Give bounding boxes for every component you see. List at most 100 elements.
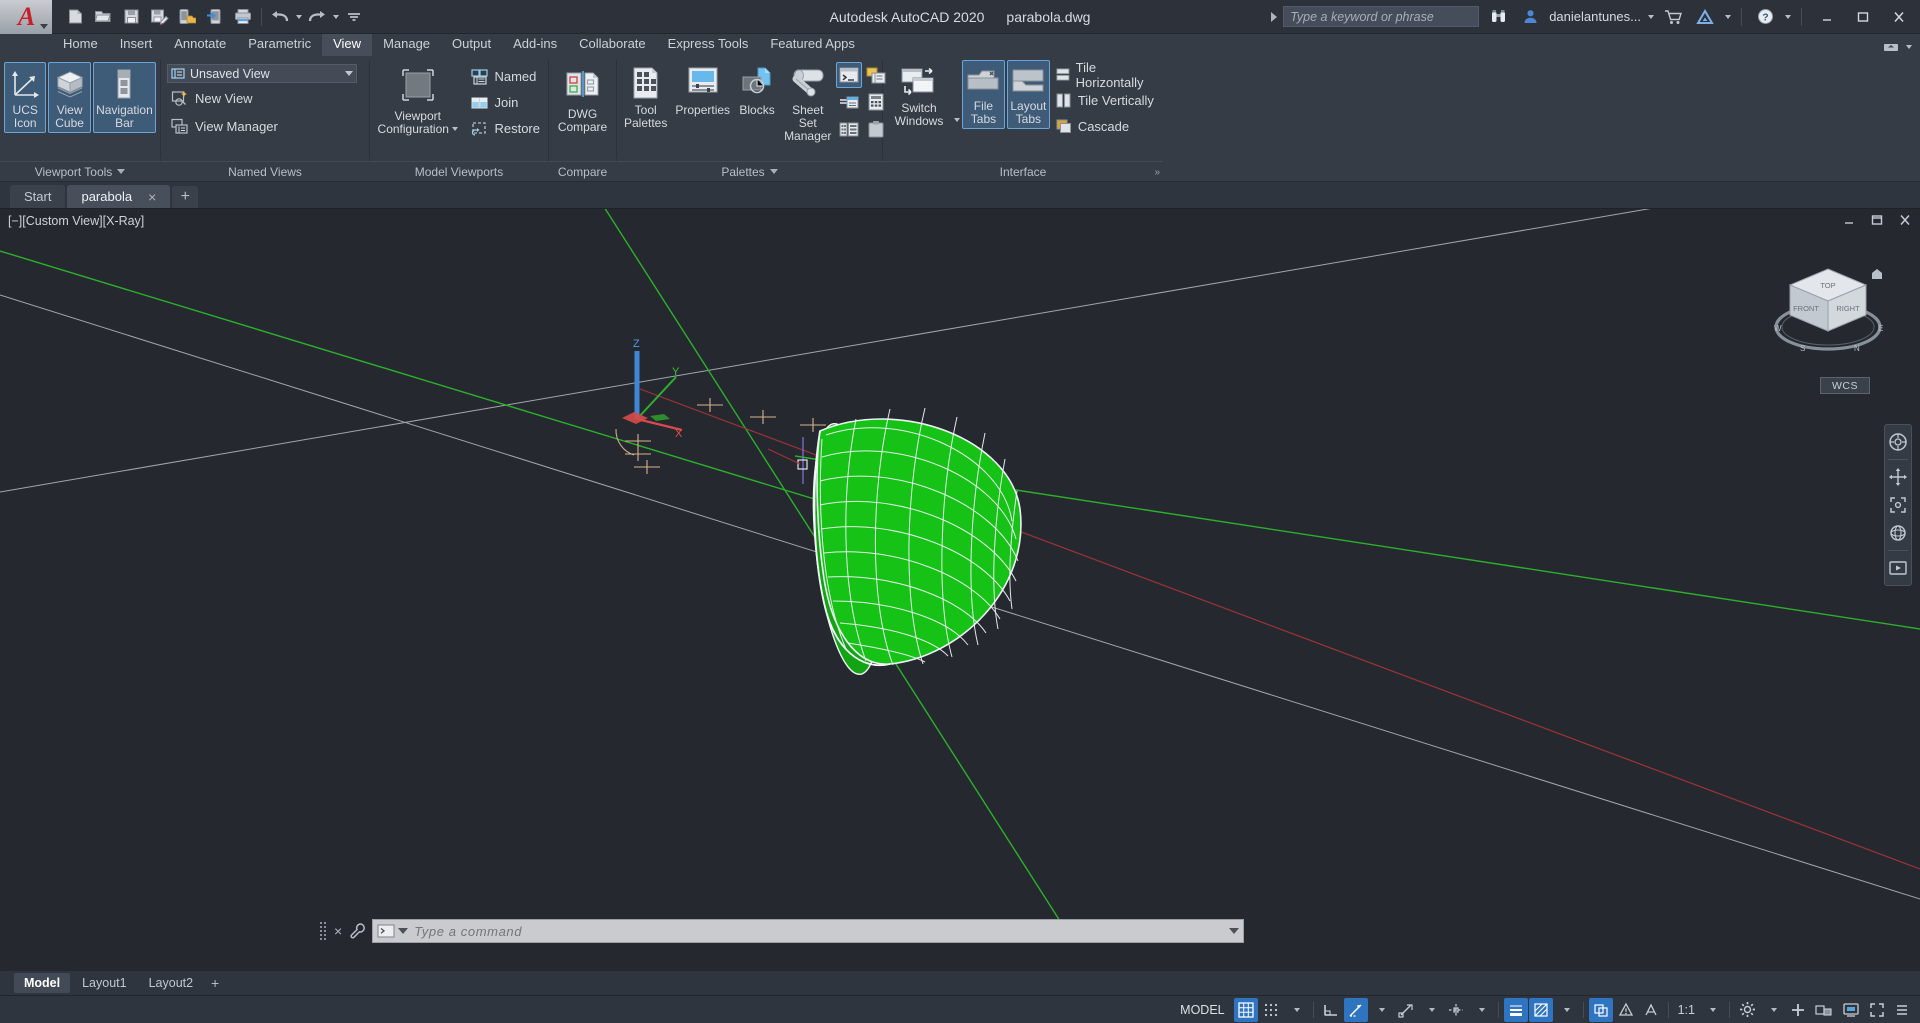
object-snap-chevron-down-icon[interactable] (1419, 998, 1443, 1022)
dwg-compare-button[interactable]: DWG Compare (553, 64, 612, 137)
search-binoculars-icon[interactable] (1485, 4, 1511, 30)
app-manager-chevron-down-icon[interactable] (1725, 14, 1731, 19)
search-expand-arrow-icon[interactable] (1271, 11, 1278, 22)
join-viewports-item[interactable]: Join (467, 90, 544, 115)
tile-horizontally-item[interactable]: Tile Horizontally (1052, 60, 1159, 90)
layout-tab-model[interactable]: Model (14, 973, 71, 993)
new-file-tab-button[interactable]: + (172, 186, 199, 208)
application-menu-button[interactable]: A (0, 0, 52, 34)
viewport-config-chevron-down-icon[interactable] (451, 127, 458, 131)
transparency-toggle[interactable] (1528, 997, 1553, 1022)
new-layout-button[interactable]: + (205, 975, 225, 991)
ribbon-tab-collaborate[interactable]: Collaborate (568, 34, 657, 56)
transparency-chevron-down-icon[interactable] (1554, 998, 1578, 1022)
layout-tabs-button[interactable]: Layout Tabs (1006, 60, 1050, 129)
object-snap-toggle[interactable] (1394, 998, 1418, 1022)
snap-mode-toggle[interactable] (1259, 998, 1283, 1022)
switch-windows-chevron-down-icon[interactable] (954, 117, 960, 122)
close-window-button[interactable] (1884, 4, 1914, 30)
ribbon-tab-home[interactable]: Home (52, 34, 109, 56)
annotation-visibility-toggle[interactable] (1639, 998, 1663, 1022)
panel-chevron-down-icon[interactable] (117, 169, 126, 174)
ortho-mode-toggle[interactable] (1319, 998, 1343, 1022)
design-center-icon[interactable] (836, 116, 862, 142)
clean-screen-icon[interactable] (1865, 998, 1889, 1022)
user-avatar-icon[interactable] (1517, 4, 1543, 30)
new-drawing-button[interactable] (62, 4, 88, 30)
sheet-set-manager-button[interactable]: Sheet Set Manager (781, 60, 834, 146)
ucs-icon-button[interactable]: UCS Icon (4, 62, 47, 133)
viewport-label[interactable]: [−][Custom View][X-Ray] (8, 214, 144, 228)
zoom-extents-icon[interactable] (1886, 492, 1910, 518)
undo-button[interactable] (267, 4, 293, 30)
command-history-button[interactable] (377, 924, 409, 938)
view-cube-button[interactable]: View Cube (48, 62, 91, 133)
ribbon-panel-expand-icon[interactable]: » (1154, 167, 1160, 178)
user-menu-chevron-down-icon[interactable] (1648, 14, 1654, 19)
hardware-acceleration-icon[interactable] (1838, 998, 1864, 1022)
external-references-icon[interactable] (836, 89, 862, 115)
maximize-window-button[interactable] (1848, 4, 1878, 30)
undo-dropdown-chevron-down-icon[interactable] (296, 14, 302, 19)
file-tab-start[interactable]: Start (10, 185, 66, 208)
selection-cycling-toggle[interactable] (1588, 997, 1613, 1022)
annotation-scale-chevron-down-icon[interactable] (1700, 998, 1724, 1022)
viewport-close-icon[interactable] (1898, 214, 1912, 226)
view-manager-item[interactable]: View Manager (167, 114, 282, 139)
model-space-button[interactable]: MODEL (1172, 998, 1232, 1022)
combo-chevron-down-icon[interactable] (345, 71, 353, 76)
autodesk-app-manager-icon[interactable] (1692, 4, 1718, 30)
help-chevron-down-icon[interactable] (1785, 14, 1791, 19)
annotation-monitor-toggle[interactable] (1614, 998, 1638, 1022)
orbit-icon[interactable] (1886, 520, 1910, 546)
ribbon-tab-manage[interactable]: Manage (372, 34, 441, 56)
chevron-down-icon[interactable] (40, 23, 48, 29)
drawing-canvas[interactable]: Z Y X [−][Custom View][X-Ray] W E S N TO… (0, 209, 1920, 971)
named-view-combo[interactable]: Unsaved View (167, 64, 357, 83)
customization-plus-icon[interactable] (1786, 998, 1810, 1022)
layout-tab-layout1[interactable]: Layout1 (72, 973, 136, 993)
new-view-item[interactable]: New View (167, 86, 257, 111)
file-tabs-button[interactable]: File Tabs (962, 60, 1005, 129)
grid-display-toggle[interactable] (1233, 997, 1258, 1022)
user-account-label[interactable]: danielantunes... (1549, 9, 1641, 24)
polar-tracking-toggle[interactable] (1343, 997, 1368, 1022)
ribbon-tab-express-tools[interactable]: Express Tools (657, 34, 760, 56)
command-history-chevron-down-icon[interactable] (398, 928, 409, 934)
ribbon-tab-output[interactable]: Output (441, 34, 502, 56)
tool-palettes-button[interactable]: Tool Palettes (621, 60, 670, 133)
pan-icon[interactable] (1886, 464, 1910, 490)
tile-vertically-item[interactable]: Tile Vertically (1052, 88, 1159, 113)
command-line-close-icon[interactable]: × (332, 923, 344, 939)
polar-tracking-chevron-down-icon[interactable] (1369, 998, 1393, 1022)
minimize-window-button[interactable] (1812, 4, 1842, 30)
workspace-chevron-down-icon[interactable] (1761, 998, 1785, 1022)
plot-button[interactable] (230, 4, 256, 30)
lineweight-toggle[interactable] (1503, 997, 1528, 1022)
isolate-objects-icon[interactable] (1811, 998, 1837, 1022)
save-drawing-button[interactable] (118, 4, 144, 30)
ribbon-tab-featured-apps[interactable]: Featured Apps (759, 34, 866, 56)
ribbon-display-options-button[interactable] (1882, 40, 1912, 54)
redo-dropdown-chevron-down-icon[interactable] (333, 14, 339, 19)
viewport-restore-icon[interactable] (1870, 214, 1884, 226)
workspace-switching-gear-icon[interactable] (1735, 998, 1760, 1022)
save-to-web-mobile-button[interactable] (174, 4, 200, 30)
file-tab-parabola[interactable]: parabola × (67, 185, 171, 208)
ribbon-tab-annotate[interactable]: Annotate (163, 34, 237, 56)
cascade-item[interactable]: Cascade (1052, 114, 1159, 139)
viewport-minimize-icon[interactable] (1842, 214, 1856, 226)
snap-mode-chevron-down-icon[interactable] (1284, 998, 1308, 1022)
ribbon-options-chevron-down-icon[interactable] (1906, 45, 1912, 49)
command-input-box[interactable] (372, 919, 1245, 943)
close-icon[interactable]: × (148, 189, 156, 205)
search-input[interactable] (1283, 6, 1480, 27)
restore-viewports-item[interactable]: Restore (467, 116, 544, 141)
ribbon-tab-insert[interactable]: Insert (109, 34, 164, 56)
autodesk-store-cart-icon[interactable] (1660, 4, 1686, 30)
customize-qat-button[interactable] (341, 4, 367, 30)
properties-button[interactable]: Properties (672, 60, 733, 120)
annotation-scale-label[interactable]: 1:1 (1674, 998, 1699, 1022)
wcs-badge[interactable]: WCS (1820, 377, 1870, 394)
ribbon-tab-view[interactable]: View (322, 34, 373, 56)
